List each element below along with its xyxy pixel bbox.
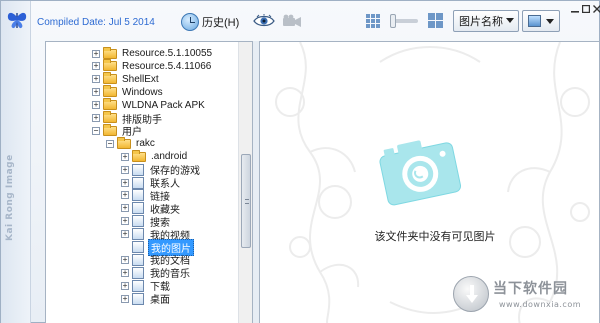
tree-item-label: .android	[151, 151, 188, 163]
history-button[interactable]: 历史(H)	[179, 10, 243, 34]
folder-icon	[103, 123, 117, 136]
app-window: Kai Rong Image Compiled Date: Jul 5 2014…	[0, 0, 600, 323]
desktop-icon	[132, 292, 144, 305]
compiled-date-label: Compiled Date: Jul 5 2014	[37, 17, 155, 28]
expand-icon[interactable]: +	[121, 165, 129, 174]
tree-item[interactable]: − 用户	[92, 123, 144, 138]
clock-icon	[181, 13, 199, 31]
vertical-brand-text: Kai Rong Image	[5, 154, 15, 241]
tree-item-label: Resource.5.4.11066	[122, 60, 212, 72]
expand-icon[interactable]: +	[121, 217, 129, 226]
small-thumbnails-icon[interactable]	[365, 13, 381, 29]
downloads-icon	[132, 279, 144, 292]
folder-icon	[132, 149, 146, 162]
pictures-icon	[132, 241, 144, 253]
documents-icon	[132, 253, 144, 266]
watermark-domain: www.downxia.com	[499, 300, 582, 309]
favorites-icon	[132, 202, 144, 215]
expand-icon[interactable]: +	[92, 101, 100, 110]
picture-icon	[528, 15, 541, 27]
history-button-label: 历史(H)	[202, 17, 240, 29]
expand-icon[interactable]: +	[121, 281, 129, 290]
tree-item[interactable]: + Resource.5.1.10055	[92, 46, 214, 60]
contacts-icon	[132, 176, 144, 189]
chevron-down-icon	[506, 18, 514, 23]
expand-icon[interactable]: +	[121, 152, 129, 161]
expand-icon[interactable]: +	[121, 268, 129, 277]
minimize-icon[interactable]	[571, 5, 579, 13]
folder-icon	[103, 85, 117, 98]
scrollbar-thumb[interactable]	[241, 154, 251, 248]
folder-icon	[103, 72, 117, 85]
user-folder-icon	[117, 136, 131, 149]
no-image-camera-icon	[379, 140, 462, 206]
empty-folder-message: 该文件夹中没有可见图片	[374, 230, 496, 243]
videos-icon	[132, 228, 144, 241]
close-icon[interactable]	[593, 5, 600, 13]
expand-icon[interactable]: +	[121, 255, 129, 264]
tree-item-label: Resource.5.1.10055	[122, 48, 213, 59]
tree-scrollbar[interactable]	[238, 42, 252, 323]
expand-icon[interactable]: +	[92, 49, 100, 58]
sort-by-value: 图片名称	[459, 16, 503, 28]
side-strip: Kai Rong Image	[1, 1, 31, 323]
scrollbar-grip	[245, 199, 249, 204]
watermark-logo	[453, 276, 489, 312]
expand-icon[interactable]: +	[121, 204, 129, 213]
expand-icon[interactable]: +	[92, 62, 100, 71]
watermark-title: 当下软件园	[493, 281, 568, 297]
butterfly-logo-icon	[7, 12, 27, 29]
site-watermark: 当下软件园 www.downxia.com	[453, 276, 597, 320]
tree-item-label: Windows	[122, 86, 163, 98]
folder-tree: + Resource.5.1.10055 + Resource.5.4.11066 + S…	[45, 41, 253, 323]
tree-item[interactable]: + 桌面	[121, 292, 172, 307]
expand-icon[interactable]: +	[92, 75, 100, 84]
tree-item-label: rakc	[136, 138, 155, 150]
toolbar: Compiled Date: Jul 5 2014 历史(H) 图片名称	[31, 1, 600, 41]
tree-item-label: ShellExt	[122, 73, 159, 85]
tree-item[interactable]: + ShellExt	[92, 72, 161, 86]
folder-icon	[103, 111, 117, 123]
folder-icon	[103, 98, 117, 111]
expand-icon[interactable]: +	[92, 114, 100, 122]
sort-by-dropdown[interactable]: 图片名称	[453, 10, 519, 32]
tree-item[interactable]: + Windows	[92, 85, 165, 99]
folder-icon	[103, 46, 117, 59]
window-controls	[571, 5, 600, 13]
video-camera-icon[interactable]	[282, 14, 302, 28]
tree-item[interactable]: − rakc	[106, 136, 157, 150]
download-arrow-icon	[466, 285, 478, 303]
expand-icon[interactable]: +	[121, 230, 129, 239]
tree-item-label: WLDNA Pack APK	[122, 99, 205, 111]
expand-icon[interactable]: +	[121, 191, 129, 200]
large-thumbnails-icon[interactable]	[427, 12, 444, 29]
tree-item[interactable]: + Resource.5.4.11066	[92, 59, 213, 73]
maximize-icon[interactable]	[582, 5, 590, 13]
folder-icon	[103, 59, 117, 72]
collapse-icon[interactable]: −	[106, 139, 114, 148]
music-icon	[132, 266, 144, 279]
search-folder-icon	[132, 215, 144, 228]
slider-thumb[interactable]	[390, 14, 396, 28]
view-mode-dropdown[interactable]	[522, 10, 560, 32]
thumbnail-size-slider[interactable]	[390, 14, 418, 28]
eye-icon[interactable]	[253, 14, 275, 28]
expand-icon[interactable]: +	[92, 88, 100, 97]
collapse-icon[interactable]: −	[92, 126, 100, 135]
chevron-down-icon	[546, 19, 554, 24]
tree-item-label: 桌面	[150, 295, 170, 307]
links-icon	[132, 189, 144, 202]
saved-games-icon	[132, 163, 144, 176]
expand-icon[interactable]: +	[121, 294, 129, 303]
expand-icon[interactable]: +	[121, 178, 129, 187]
